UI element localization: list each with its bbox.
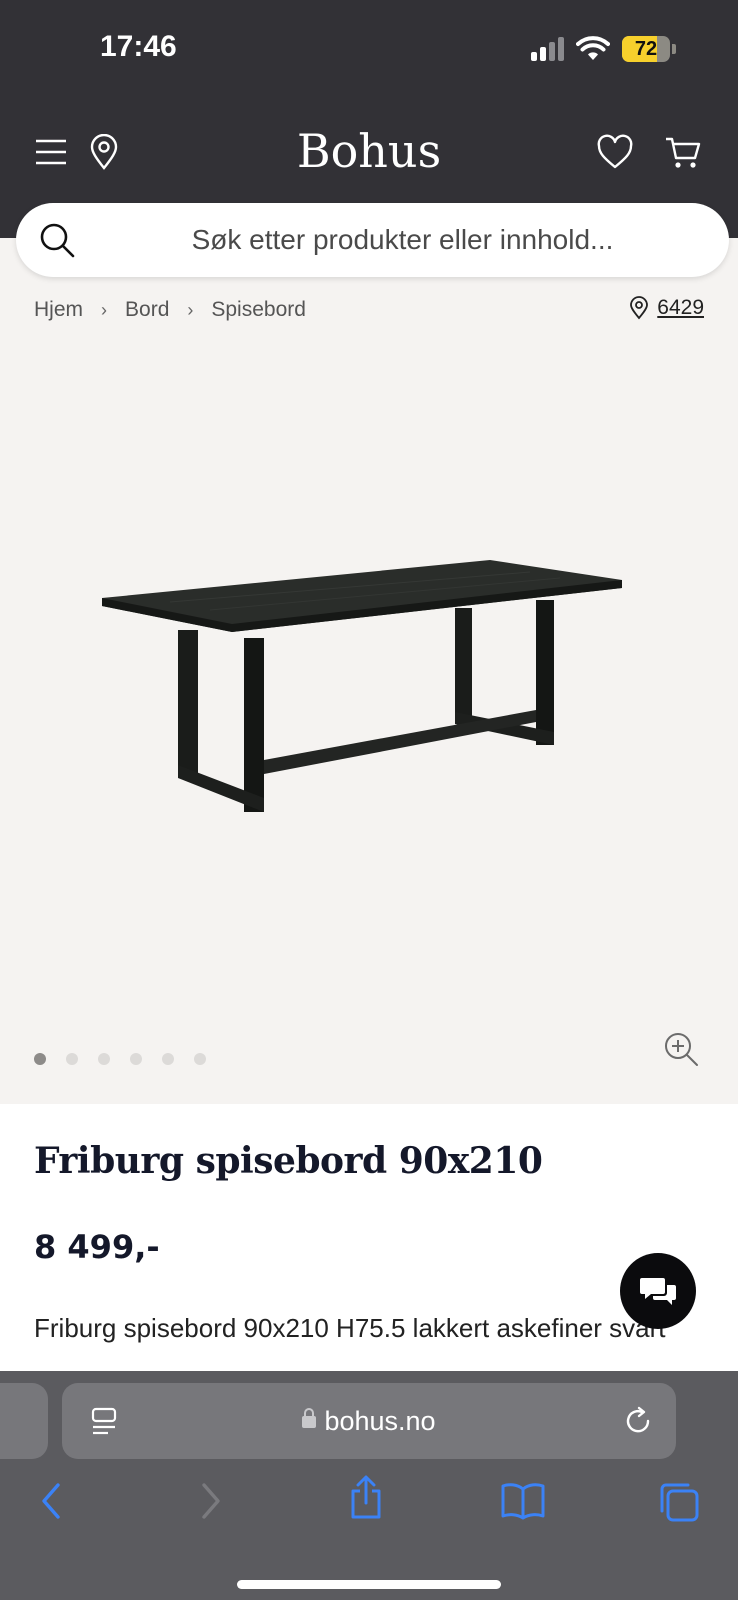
- bookmarks-icon[interactable]: [500, 1481, 546, 1521]
- battery-level: 72: [634, 38, 658, 60]
- battery-icon: 72: [622, 36, 676, 62]
- breadcrumb-bord[interactable]: Bord: [125, 298, 169, 322]
- gallery-dot[interactable]: [194, 1053, 206, 1065]
- lock-icon: [302, 1408, 317, 1428]
- browser-nav-row: [0, 1475, 738, 1541]
- zoom-in-icon[interactable]: [664, 1032, 700, 1068]
- chat-bubbles-icon: [640, 1278, 676, 1305]
- search-icon[interactable]: [38, 221, 76, 259]
- url-text[interactable]: bohus.no: [62, 1383, 676, 1459]
- search-input[interactable]: [96, 203, 709, 277]
- back-icon[interactable]: [36, 1481, 66, 1521]
- gallery-dot[interactable]: [34, 1053, 46, 1065]
- gallery-pagination: [34, 1053, 206, 1065]
- breadcrumb-home[interactable]: Hjem: [34, 298, 83, 322]
- share-icon[interactable]: [348, 1475, 384, 1521]
- forward-icon[interactable]: [196, 1481, 226, 1521]
- shopping-cart-icon[interactable]: [664, 134, 702, 172]
- wifi-icon: [576, 36, 610, 60]
- map-pin-icon: [630, 296, 649, 320]
- product-info: Friburg spisebord 90x210 8 499,- Friburg…: [0, 1104, 738, 1372]
- status-time: 17:46: [100, 30, 177, 63]
- chevron-right-icon: ›: [187, 299, 194, 320]
- gallery-dot[interactable]: [66, 1053, 78, 1065]
- chat-button[interactable]: [620, 1253, 696, 1329]
- search-bar[interactable]: [16, 203, 729, 277]
- postal-code-selector[interactable]: 6429: [629, 296, 704, 320]
- heart-icon[interactable]: [596, 134, 634, 172]
- product-price: 8 499,-: [34, 1228, 160, 1266]
- product-image[interactable]: [90, 560, 650, 840]
- postal-code[interactable]: 6429: [657, 296, 704, 320]
- tabs-icon[interactable]: [658, 1481, 700, 1523]
- gallery-dot[interactable]: [130, 1053, 142, 1065]
- url-domain: bohus.no: [324, 1406, 436, 1436]
- reload-icon[interactable]: [622, 1405, 654, 1437]
- chevron-right-icon: ›: [101, 299, 108, 320]
- product-description: Friburg spisebord 90x210 H75.5 lakkert a…: [34, 1313, 666, 1343]
- previous-tab-preview[interactable]: [0, 1383, 48, 1459]
- gallery-dot[interactable]: [162, 1053, 174, 1065]
- product-title: Friburg spisebord 90x210: [34, 1140, 543, 1182]
- breadcrumb: Hjem › Bord › Spisebord: [34, 298, 306, 322]
- gallery-dot[interactable]: [98, 1053, 110, 1065]
- home-indicator[interactable]: [237, 1580, 501, 1589]
- status-icons: 72: [531, 36, 676, 62]
- browser-toolbar: bohus.no: [0, 1371, 738, 1600]
- breadcrumb-spisebord[interactable]: Spisebord: [211, 298, 306, 322]
- cellular-signal-icon: [531, 37, 564, 61]
- address-bar[interactable]: bohus.no: [62, 1383, 676, 1459]
